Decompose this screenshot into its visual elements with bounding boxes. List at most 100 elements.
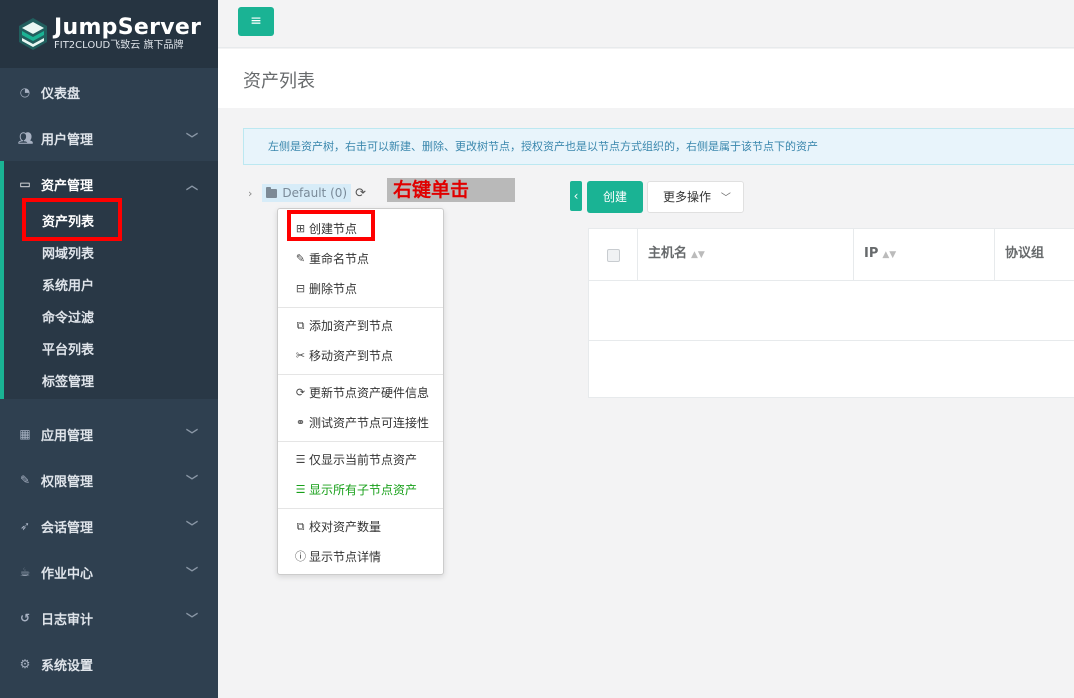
page-title: 资产列表 xyxy=(243,71,315,92)
menu-item-show-all-child-assets[interactable]: ☰ 显示所有子节点资产 xyxy=(278,475,443,505)
create-button[interactable]: 创建 xyxy=(587,181,643,213)
users-icon: 👥︎ xyxy=(18,131,34,145)
page-heading: 资产列表 xyxy=(218,49,1074,108)
column-label: IP xyxy=(864,246,879,261)
chevron-down-icon: ﹀ xyxy=(185,427,198,442)
sidebar-item-applications[interactable]: ▦ 应用管理 ﹀ xyxy=(0,411,218,457)
sidebar-subitem-system-user[interactable]: 系统用户 xyxy=(4,271,218,303)
sort-icon: ▲▼ xyxy=(882,250,897,260)
edit-icon: ✎ xyxy=(19,473,31,487)
column-label: 主机名 xyxy=(648,246,688,261)
sidebar-item-settings[interactable]: ⚙ 系统设置 xyxy=(0,641,218,687)
menu-item-label: 显示节点详情 xyxy=(309,550,382,564)
chevron-up-icon: ︿ xyxy=(185,177,198,192)
more-actions-dropdown[interactable]: 更多操作 ﹀ xyxy=(647,181,744,213)
menu-item-show-current-node-assets[interactable]: ☰ 仅显示当前节点资产 xyxy=(278,445,443,475)
menu-item-show-node-details[interactable]: ⓘ 显示节点详情 xyxy=(278,542,443,572)
chevron-left-icon: ‹ xyxy=(573,189,579,203)
grid-icon: ▦ xyxy=(19,427,31,441)
chevron-down-icon: ﹀ xyxy=(720,193,731,204)
brand-logo[interactable]: JumpServer FIT2CLOUD飞致云 旗下品牌 xyxy=(0,0,218,68)
info-alert: 左侧是资产树，右击可以新建、删除、更改树节点，授权资产也是以节点方式组织的，右侧… xyxy=(243,128,1074,165)
sidebar-item-audit[interactable]: ↺ 日志审计 ﹀ xyxy=(0,595,218,641)
refresh-icon[interactable]: ⟳ xyxy=(355,186,366,201)
menu-item-label: 添加资产到节点 xyxy=(309,319,394,333)
sidebar-subitem-command-filter[interactable]: 命令过滤 xyxy=(4,303,218,335)
copy-icon: ⧉ xyxy=(296,520,305,533)
sidebar-subitem-platform-list[interactable]: 平台列表 xyxy=(4,335,218,367)
sidebar-item-label: 应用管理 xyxy=(41,428,94,444)
dashboard-icon: ◔ xyxy=(19,85,31,99)
annotation-right-click: 右键单击 xyxy=(387,178,515,202)
more-actions-label: 更多操作 xyxy=(663,190,712,204)
tree-context-menu: ⊞ 创建节点 ✎ 重命名节点 ⊟ 删除节点 ⧉ 添加资产到节点 ✂ 移动资产到节… xyxy=(277,208,444,575)
coffee-icon: ☕︎ xyxy=(19,565,31,579)
column-header-ip[interactable]: IP ▲▼ xyxy=(854,229,995,281)
menu-item-label: 显示所有子节点资产 xyxy=(309,483,418,497)
column-header-protocols: 协议组 xyxy=(995,229,1074,281)
menu-item-label: 测试资产节点可连接性 xyxy=(309,416,430,430)
edit-icon: ✎ xyxy=(295,252,306,265)
indent-icon: ☰ xyxy=(295,453,306,466)
menu-toggle-button[interactable]: ≡ xyxy=(238,7,274,36)
sidebar-item-label: 日志审计 xyxy=(41,612,94,628)
asset-tree-root: › Default (0) ⟳ xyxy=(248,184,366,202)
tree-node-default[interactable]: Default (0) xyxy=(262,184,352,202)
sidebar-item-sessions[interactable]: ➶ 会话管理 ﹀ xyxy=(0,503,218,549)
menu-item-check-asset-count[interactable]: ⧉ 校对资产数量 xyxy=(278,512,443,542)
inbox-icon: ▭ xyxy=(19,177,31,191)
menu-item-rename-node[interactable]: ✎ 重命名节点 xyxy=(278,244,443,274)
tree-collapse-button[interactable]: ‹ xyxy=(570,181,582,211)
menu-item-label: 删除节点 xyxy=(309,282,358,296)
list-icon: ☰ xyxy=(295,483,306,496)
info-circle-icon: ⓘ xyxy=(295,550,306,563)
table-header: 主机名 ▲▼ IP ▲▼ 协议组 xyxy=(589,229,1074,281)
refresh-icon: ⟳ xyxy=(295,386,306,399)
sidebar-item-label: 系统设置 xyxy=(41,658,94,674)
menu-divider xyxy=(278,307,443,308)
menu-item-test-connectivity[interactable]: ⚭ 测试资产节点可连接性 xyxy=(278,408,443,438)
sidebar-item-label: 作业中心 xyxy=(41,566,94,582)
sidebar-item-jobs[interactable]: ☕︎ 作业中心 ﹀ xyxy=(0,549,218,595)
menu-item-label: 校对资产数量 xyxy=(309,520,382,534)
hamburger-icon: ≡ xyxy=(250,13,262,29)
menu-item-label: 仅显示当前节点资产 xyxy=(309,453,418,467)
menu-item-delete-node[interactable]: ⊟ 删除节点 xyxy=(278,274,443,304)
sidebar-item-label: 用户管理 xyxy=(41,132,94,148)
menu-item-move-assets-to-node[interactable]: ✂ 移动资产到节点 xyxy=(278,341,443,371)
menu-item-add-assets-to-node[interactable]: ⧉ 添加资产到节点 xyxy=(278,311,443,341)
select-all-cell xyxy=(589,229,638,281)
sidebar-item-label: 资产管理 xyxy=(41,178,94,194)
menu-divider xyxy=(278,374,443,375)
sidebar: JumpServer FIT2CLOUD飞致云 旗下品牌 ◔ 仪表盘 👥︎ 用户… xyxy=(0,0,218,698)
menu-divider xyxy=(278,508,443,509)
sidebar-item-label: 仪表盘 xyxy=(41,86,81,102)
chevron-down-icon: ﹀ xyxy=(185,565,198,580)
sidebar-item-dashboard[interactable]: ◔ 仪表盘 xyxy=(0,69,218,115)
column-header-hostname[interactable]: 主机名 ▲▼ xyxy=(638,229,854,281)
tree-node-label: Default (0) xyxy=(282,186,348,200)
history-icon: ↺ xyxy=(19,611,31,625)
sidebar-subitem-domain-list[interactable]: 网域列表 xyxy=(4,239,218,271)
highlight-box-asset-list xyxy=(22,198,122,241)
chevron-down-icon: ﹀ xyxy=(185,473,198,488)
menu-divider xyxy=(278,441,443,442)
sidebar-group-assets: ▭ 资产管理 ︿ 资产列表 网域列表 系统用户 命令过滤 平台列表 标签管理 xyxy=(0,161,218,399)
menu-item-label: 重命名节点 xyxy=(309,252,370,266)
sidebar-subitem-label-management[interactable]: 标签管理 xyxy=(4,367,218,399)
menu-item-label: 更新节点资产硬件信息 xyxy=(309,386,430,400)
chevron-down-icon: ﹀ xyxy=(185,131,198,146)
table-row xyxy=(589,281,1074,341)
menu-item-update-hardware-info[interactable]: ⟳ 更新节点资产硬件信息 xyxy=(278,378,443,408)
link-icon: ⚭ xyxy=(295,416,306,429)
sidebar-item-users[interactable]: 👥︎ 用户管理 ﹀ xyxy=(0,115,218,161)
chevron-down-icon: ﹀ xyxy=(185,519,198,534)
highlight-box-create-node xyxy=(287,210,375,241)
sidebar-item-permissions[interactable]: ✎ 权限管理 ﹀ xyxy=(0,457,218,503)
select-all-checkbox[interactable] xyxy=(606,248,620,262)
copy-icon: ⧉ xyxy=(296,319,305,332)
sidebar-item-label: 权限管理 xyxy=(41,474,94,490)
top-navbar: ≡ xyxy=(218,0,1074,48)
tree-expand-caret-icon[interactable]: › xyxy=(248,187,252,200)
sidebar-item-label: 会话管理 xyxy=(41,520,94,536)
